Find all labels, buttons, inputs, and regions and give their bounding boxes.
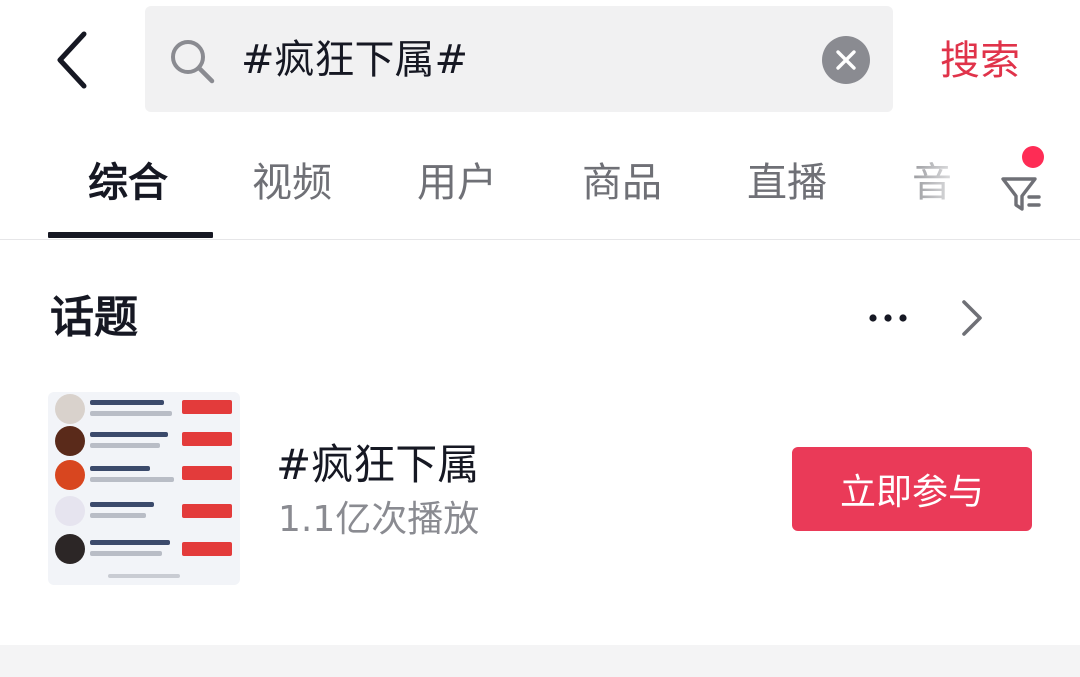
- more-dots-icon: [869, 314, 907, 322]
- thumb-line: [90, 466, 150, 471]
- search-input[interactable]: #疯狂下属#: [145, 6, 893, 112]
- thumb-line: [90, 502, 154, 507]
- more-options-button[interactable]: [862, 296, 914, 340]
- tab-users[interactable]: 用户: [417, 157, 497, 209]
- thumb-row: [48, 394, 240, 424]
- tab-live[interactable]: 直播: [747, 157, 827, 209]
- topic-thumbnail[interactable]: [48, 392, 240, 585]
- tab-comprehensive[interactable]: 综合: [88, 157, 168, 209]
- thumb-line: [90, 551, 162, 556]
- topic-play-count: 1.1亿次播放: [278, 499, 480, 540]
- topic-name[interactable]: #疯狂下属: [276, 438, 479, 492]
- close-icon: [836, 50, 856, 70]
- see-more-button[interactable]: [950, 292, 994, 344]
- back-button[interactable]: [40, 24, 104, 96]
- chevron-right-icon: [962, 300, 982, 336]
- search-icon: [171, 40, 215, 84]
- top-bar: #疯狂下属# 搜索: [0, 0, 1080, 125]
- thumb-follow-mark: [182, 432, 232, 446]
- thumb-avatar: [55, 496, 85, 526]
- search-button[interactable]: 搜索: [940, 36, 1020, 86]
- thumb-row: [48, 532, 240, 564]
- thumb-line: [90, 432, 168, 437]
- thumb-avatar: [55, 426, 85, 456]
- thumb-follow-mark: [182, 504, 232, 518]
- section-divider: [0, 645, 1080, 677]
- active-tab-indicator: [48, 232, 213, 238]
- thumb-line: [90, 443, 160, 448]
- filter-badge: [1022, 146, 1044, 168]
- join-topic-button[interactable]: 立即参与: [792, 447, 1032, 531]
- tab-music[interactable]: 音: [912, 157, 952, 209]
- tab-videos[interactable]: 视频: [252, 157, 332, 209]
- thumb-follow-mark: [182, 466, 232, 480]
- thumb-row: [48, 460, 240, 490]
- thumb-line: [90, 477, 174, 482]
- thumb-follow-mark: [182, 400, 232, 414]
- thumb-avatar: [55, 394, 85, 424]
- search-query[interactable]: #疯狂下属#: [241, 34, 468, 86]
- thumb-line: [90, 411, 172, 416]
- section-title-topics: 话题: [50, 292, 138, 343]
- thumb-row: [48, 424, 240, 456]
- clear-search-button[interactable]: [822, 36, 870, 84]
- chevron-left-icon: [57, 31, 87, 89]
- thumb-line: [90, 513, 146, 518]
- thumb-footer-line: [108, 574, 180, 578]
- thumb-avatar: [55, 460, 85, 490]
- tab-bar: 综合 视频 用户 商品 直播 音: [0, 135, 1080, 240]
- thumb-avatar: [55, 534, 85, 564]
- thumb-line: [90, 400, 164, 405]
- thumb-follow-mark: [182, 542, 232, 556]
- tab-products[interactable]: 商品: [582, 157, 662, 209]
- thumb-row: [48, 496, 240, 526]
- thumb-line: [90, 540, 170, 545]
